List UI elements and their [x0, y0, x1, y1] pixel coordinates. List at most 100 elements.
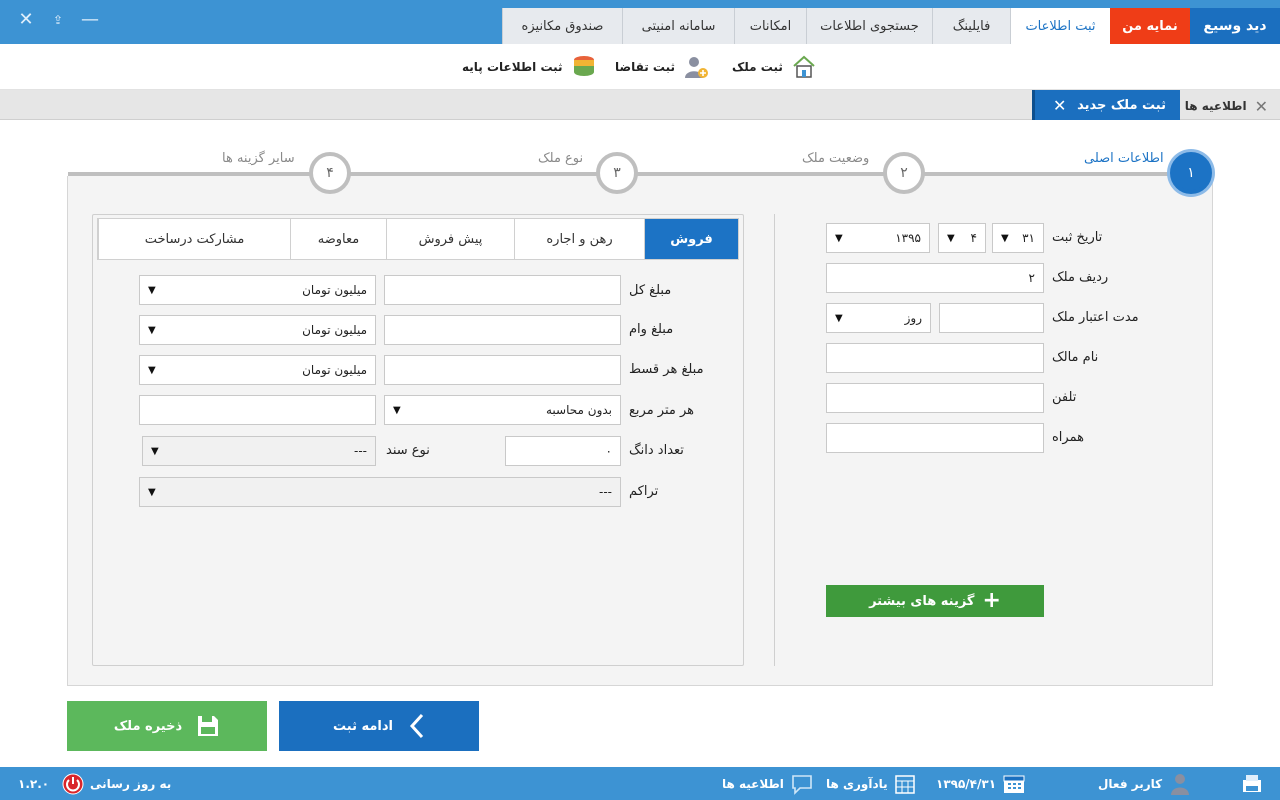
- tab-mortgage-rent[interactable]: رهن و اجاره: [514, 219, 644, 259]
- reg-month-value: ۴: [970, 231, 977, 245]
- continue-button[interactable]: ادامه ثبت: [279, 701, 479, 751]
- doc-type-select[interactable]: ▼ ---: [142, 436, 376, 466]
- chevron-left-icon: [409, 713, 424, 739]
- close-icon[interactable]: ✕: [1255, 97, 1268, 116]
- ribbon: ثبت ملک ثبت تقاضا ثبت اطلاعات پایه: [0, 44, 1280, 90]
- active-user-label: کاربر فعال: [1098, 777, 1163, 791]
- chevron-down-icon: ▼: [393, 404, 401, 416]
- more-options-label: گزینه های بیشتر: [869, 593, 975, 609]
- density-value: ---: [599, 485, 612, 499]
- tab-filing[interactable]: فایلینگ: [932, 8, 1010, 44]
- installment-unit-value: میلیون تومان: [302, 363, 367, 377]
- mobile-label: همراه: [1052, 430, 1084, 445]
- installment-unit-select[interactable]: ▼ میلیون تومان: [139, 355, 376, 385]
- document-tabs: اطلاعیه ها ✕ ✕ ثبت ملک جدید: [0, 90, 1280, 120]
- reg-date-label: تاریخ ثبت: [1052, 230, 1103, 245]
- owner-input[interactable]: [826, 343, 1044, 373]
- register-base-info-button[interactable]: ثبت اطلاعات پایه: [462, 54, 597, 80]
- per-meter-mode-select[interactable]: ▼ بدون محاسبه: [384, 395, 621, 425]
- current-date-value: ۱۳۹۵/۴/۳۱: [936, 777, 997, 791]
- close-window-icon[interactable]: ✕: [16, 10, 36, 30]
- tab-wide-view[interactable]: دید وسیع: [1190, 8, 1280, 44]
- register-property-button[interactable]: ثبت ملک: [732, 54, 817, 80]
- tab-data-entry[interactable]: ثبت اطلاعات: [1010, 8, 1110, 44]
- chevron-down-icon: ▼: [1001, 232, 1009, 244]
- step-4-circle[interactable]: ۴: [309, 152, 351, 194]
- chevron-down-icon: ▼: [947, 232, 955, 244]
- register-request-label: ثبت تقاضا: [615, 60, 676, 74]
- chevron-down-icon: ▼: [148, 284, 156, 296]
- tab-security[interactable]: سامانه امنیتی: [622, 8, 734, 44]
- step-3-circle[interactable]: ۳: [596, 152, 638, 194]
- tab-construction-partnership[interactable]: مشارکت درساخت: [98, 219, 290, 259]
- loan-amount-input[interactable]: [384, 315, 621, 345]
- tab-features[interactable]: امکانات: [734, 8, 806, 44]
- validity-unit-value: روز: [904, 311, 922, 325]
- reg-year-value: ۱۳۹۵: [895, 231, 921, 245]
- installment-input[interactable]: [384, 355, 621, 385]
- chevron-down-icon: ▼: [835, 232, 843, 244]
- total-price-label: مبلغ کل: [629, 283, 672, 298]
- dang-count-input[interactable]: ۰: [505, 436, 621, 466]
- power-icon: [62, 773, 84, 795]
- per-meter-input[interactable]: [139, 395, 376, 425]
- doc-type-label: نوع سند: [386, 443, 430, 458]
- density-select[interactable]: ▼ ---: [139, 477, 621, 507]
- tab-my-profile[interactable]: نمایه من: [1110, 8, 1190, 44]
- tab-exchange[interactable]: معاوضه: [290, 219, 386, 259]
- version-label: ۱.۲.۰: [18, 777, 50, 791]
- doc-tab-notices-label: اطلاعیه ها: [1184, 99, 1247, 113]
- reg-day-value: ۳۱: [1022, 231, 1035, 245]
- reg-year-select[interactable]: ▼ ۱۳۹۵: [826, 223, 930, 253]
- floppy-disk-icon: [198, 716, 219, 736]
- notices-button[interactable]: اطلاعیه ها: [722, 773, 814, 795]
- mobile-input[interactable]: [826, 423, 1044, 453]
- database-icon: [573, 56, 594, 76]
- close-icon[interactable]: ✕: [1053, 96, 1066, 115]
- total-unit-select[interactable]: ▼ میلیون تومان: [139, 275, 376, 305]
- row-input[interactable]: ۲: [826, 263, 1044, 293]
- tab-sale[interactable]: فروش: [644, 219, 738, 259]
- chevron-down-icon: ▼: [148, 324, 156, 336]
- reg-day-select[interactable]: ▼ ۳۱: [992, 223, 1044, 253]
- update-button[interactable]: به روز رسانی: [62, 773, 171, 795]
- per-meter-label: هر متر مربع: [629, 403, 695, 418]
- total-price-input[interactable]: [384, 275, 621, 305]
- register-request-button[interactable]: ثبت تقاضا: [615, 54, 709, 80]
- active-user: کاربر فعال: [1098, 773, 1192, 795]
- tab-presale[interactable]: پیش فروش: [386, 219, 514, 259]
- tab-cash-box[interactable]: صندوق مکانیزه: [502, 8, 622, 44]
- chevron-down-icon: ▼: [148, 486, 156, 498]
- reminders-button[interactable]: یادآوری ها: [826, 773, 916, 795]
- doc-tab-new-property[interactable]: ✕ ثبت ملک جدید: [1032, 90, 1180, 120]
- reminders-label: یادآوری ها: [826, 777, 888, 791]
- phone-input[interactable]: [826, 383, 1044, 413]
- more-options-button[interactable]: گزینه های بیشتر +: [826, 585, 1044, 617]
- calendar-grid-icon: [894, 775, 915, 794]
- panel-divider: [774, 214, 775, 666]
- owner-label: نام مالک: [1052, 350, 1099, 365]
- step-1-circle[interactable]: ۱: [1170, 152, 1212, 194]
- doc-tab-notices[interactable]: اطلاعیه ها ✕: [1185, 94, 1268, 118]
- app-logo: [1240, 773, 1264, 795]
- density-label: تراکم: [629, 484, 659, 499]
- minimize-window-icon[interactable]: —: [80, 10, 100, 30]
- validity-input[interactable]: [939, 303, 1044, 333]
- calendar-icon: [1003, 775, 1025, 793]
- house-icon: [793, 55, 815, 78]
- status-bar: ۱.۲.۰ به روز رسانی اطلاعیه ها یادآوری ها…: [0, 767, 1280, 800]
- loan-unit-select[interactable]: ▼ میلیون تومان: [139, 315, 376, 345]
- tab-search[interactable]: جستجوی اطلاعات: [806, 8, 932, 44]
- step-2-circle[interactable]: ۲: [883, 152, 925, 194]
- save-property-button[interactable]: ذخیره ملک: [67, 701, 267, 751]
- step-1-label: اطلاعات اصلی: [1084, 151, 1164, 166]
- register-property-label: ثبت ملک: [732, 60, 783, 74]
- register-base-info-label: ثبت اطلاعات پایه: [462, 60, 563, 74]
- validity-unit-select[interactable]: ▼ روز: [826, 303, 931, 333]
- restore-window-icon[interactable]: ⇪: [48, 10, 68, 30]
- deal-type-tabs: فروش رهن و اجاره پیش فروش معاوضه مشارکت …: [97, 218, 739, 260]
- reg-month-select[interactable]: ▼ ۴: [938, 223, 986, 253]
- top-bar: ✕ ⇪ — دید وسیع نمایه من ثبت اطلاعات فایل…: [0, 0, 1280, 44]
- validity-label: مدت اعتبار ملک: [1052, 310, 1139, 325]
- main-tabs: دید وسیع نمایه من ثبت اطلاعات فایلینگ جس…: [502, 8, 1280, 44]
